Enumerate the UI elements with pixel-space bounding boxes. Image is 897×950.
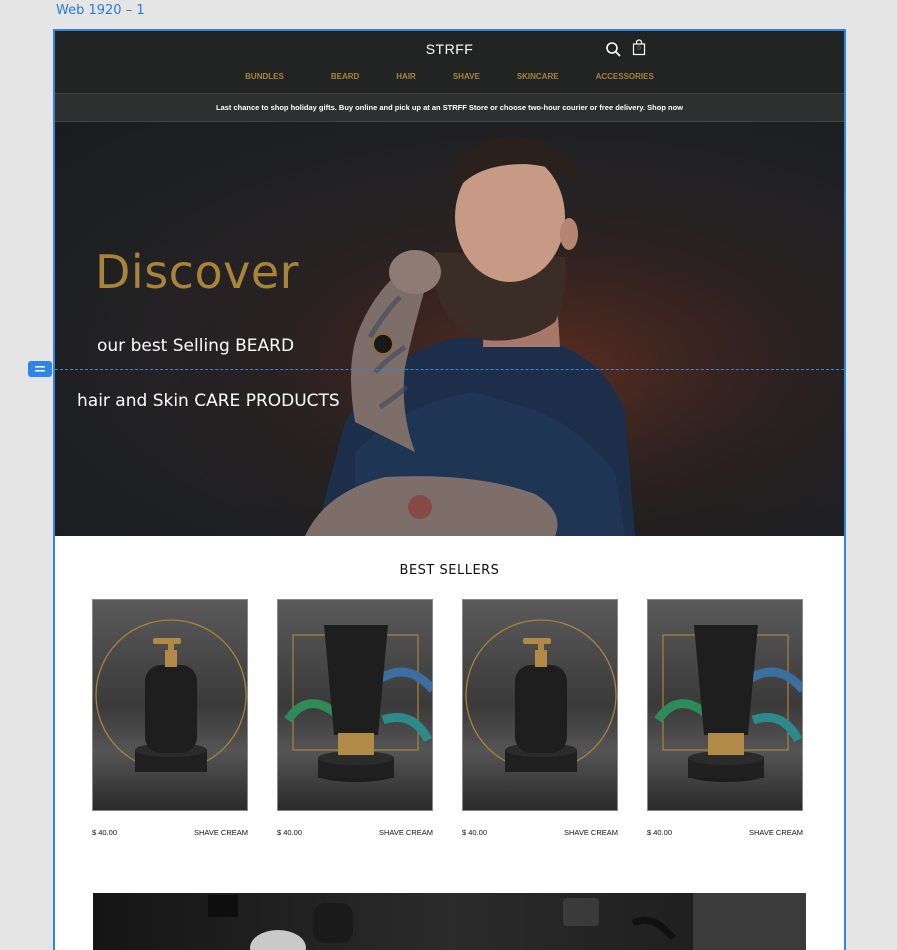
guide-handle[interactable]	[28, 361, 52, 377]
product-card[interactable]: $ 40.00 SHAVE CREAM	[277, 599, 433, 837]
product-card[interactable]: $ 40.00 SHAVE CREAM	[462, 599, 618, 837]
search-icon[interactable]	[605, 41, 621, 57]
layout-guide	[55, 369, 844, 370]
product-name[interactable]: SHAVE CREAM	[564, 828, 618, 837]
product-image-pump-bottle[interactable]	[462, 599, 618, 811]
announcement-bar[interactable]: Last chance to shop holiday gifts. Buy o…	[55, 93, 844, 122]
product-image-pump-bottle[interactable]	[92, 599, 248, 811]
product-card[interactable]: $ 40.00 SHAVE CREAM	[647, 599, 803, 837]
product-name[interactable]: SHAVE CREAM	[749, 828, 803, 837]
main-nav: BUNDLES BEARD HAIR SHAVE SKINCARE ACCESS…	[55, 72, 844, 81]
hero-model-image	[55, 122, 844, 536]
product-price: $ 40.00	[462, 828, 488, 837]
product-name[interactable]: SHAVE CREAM	[379, 828, 433, 837]
nav-beard[interactable]: BEARD	[331, 72, 359, 81]
nav-bundles[interactable]: BUNDLES	[245, 72, 284, 81]
cart-button[interactable]: 0	[632, 39, 646, 56]
hero-title: Discover	[95, 245, 300, 299]
nav-shave[interactable]: SHAVE	[453, 72, 480, 81]
nav-skincare[interactable]: SKINCARE	[517, 72, 559, 81]
menu-lines-icon	[35, 366, 45, 372]
hero-subtitle-line1: our best Selling BEARD	[97, 336, 295, 356]
product-price: $ 40.00	[277, 828, 303, 837]
product-name[interactable]: SHAVE CREAM	[194, 828, 248, 837]
brand-logo[interactable]: STRFF	[55, 41, 844, 57]
product-price: $ 40.00	[647, 828, 673, 837]
best-sellers-title: BEST SELLERS	[399, 563, 500, 578]
product-card[interactable]: $ 40.00 SHAVE CREAM	[92, 599, 248, 837]
cart-count: 0	[637, 46, 641, 52]
artboard-frame[interactable]: STRFF 0 BUNDLES BEARD HAIR SHAVE SKINCAR…	[53, 29, 846, 950]
artboard-label[interactable]: Web 1920 – 1	[56, 3, 145, 18]
hero-subtitle-line2: hair and Skin CARE PRODUCTS	[77, 391, 340, 411]
hero-banner: Discover our best Selling BEARD hair and…	[55, 122, 844, 536]
product-image-tube-leaves[interactable]	[277, 599, 433, 811]
site-header: STRFF 0 BUNDLES BEARD HAIR SHAVE SKINCAR…	[55, 31, 844, 93]
promo-banner-image[interactable]	[93, 893, 806, 950]
product-image-tube-leaves[interactable]	[647, 599, 803, 811]
product-price: $ 40.00	[92, 828, 118, 837]
nav-accessories[interactable]: ACCESSORIES	[596, 72, 654, 81]
nav-hair[interactable]: HAIR	[396, 72, 416, 81]
